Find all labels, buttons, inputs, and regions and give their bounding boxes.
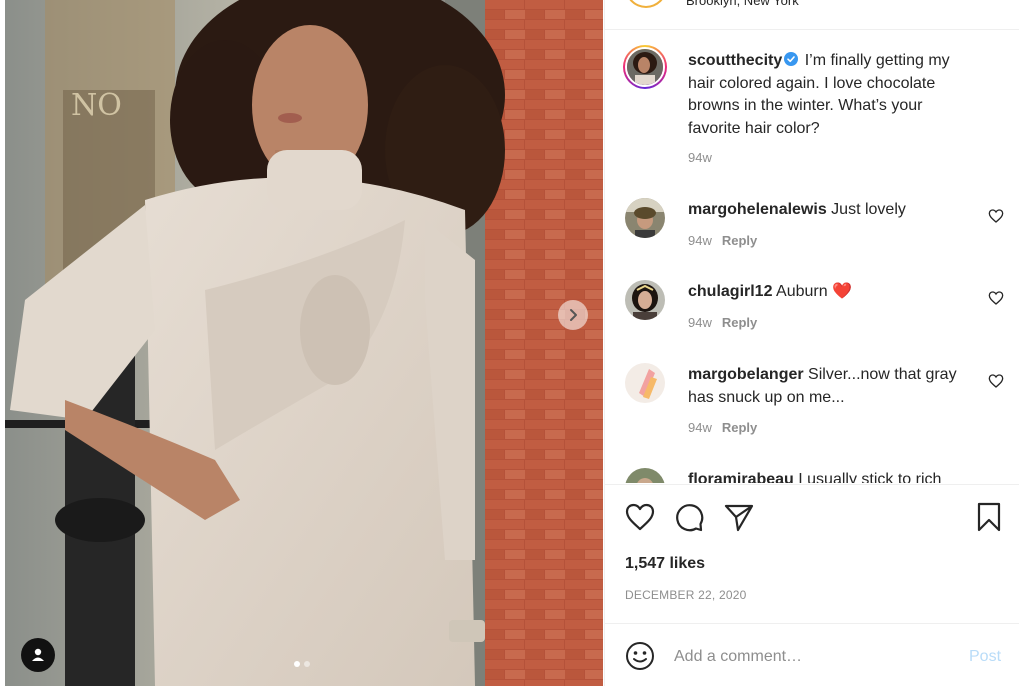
post-location[interactable]: Brooklyn, New York <box>686 0 799 8</box>
caption-avatar[interactable] <box>623 45 667 89</box>
reply-button[interactable]: Reply <box>722 233 757 248</box>
next-photo-button[interactable] <box>558 300 588 330</box>
reply-button[interactable]: Reply <box>722 420 757 435</box>
post-header: Brooklyn, New York <box>605 0 1019 30</box>
comment-text: margohelenalewis Just lovely <box>688 199 978 222</box>
heart-icon[interactable] <box>624 501 656 533</box>
comment-body: Auburn <box>776 283 828 300</box>
post-side-panel: Brooklyn, New York scoutthecity I’m fina… <box>604 0 1019 686</box>
comment-time[interactable]: 94w <box>688 315 712 330</box>
carousel-indicator <box>294 661 310 667</box>
comment-input[interactable] <box>674 642 944 672</box>
comment-username[interactable]: chulagirl12 <box>688 283 772 300</box>
likes-count[interactable]: 1,547 likes <box>625 555 705 573</box>
comment-avatar-image <box>625 363 665 403</box>
comment-text: margobelanger Silver...now that gray has… <box>688 364 978 409</box>
carousel-dot-active <box>294 661 300 667</box>
heart-emoji: ❤️ <box>832 283 853 300</box>
comment-time[interactable]: 94w <box>688 420 712 435</box>
carousel-dot <box>304 661 310 667</box>
instagram-post-view: NO Brooklyn, New York scoutthecity I’m f… <box>0 0 1023 686</box>
comment-meta: 94w Reply <box>688 315 757 330</box>
post-comment-button[interactable]: Post <box>969 648 1001 666</box>
comment-avatar-image <box>625 198 665 238</box>
caption-time[interactable]: 94w <box>688 150 712 165</box>
caption-avatar-image <box>627 49 663 85</box>
comment-body: Just lovely <box>831 201 906 218</box>
heart-icon[interactable] <box>988 373 1004 389</box>
comment-meta: 94w Reply <box>688 233 757 248</box>
comment-username[interactable]: margohelenalewis <box>688 201 827 218</box>
reply-button[interactable]: Reply <box>722 315 757 330</box>
comment-avatar[interactable] <box>625 468 665 483</box>
comment-body: I usually stick to rich <box>798 471 942 483</box>
comment-time[interactable]: 94w <box>688 233 712 248</box>
comment-username[interactable]: floramirabeau <box>688 471 794 483</box>
comment-avatar[interactable] <box>625 198 665 238</box>
tagged-users-button[interactable] <box>21 638 55 672</box>
comment-text: chulagirl12 Auburn ❤️ <box>688 281 978 304</box>
post-photo: NO <box>5 0 603 686</box>
user-tag-icon <box>32 648 44 661</box>
comment-username[interactable]: margobelanger <box>688 366 804 383</box>
post-date[interactable]: DECEMBER 22, 2020 <box>625 588 746 602</box>
verified-badge-icon <box>784 52 799 66</box>
caption-text: scoutthecity I’m finally getting my hair… <box>688 50 978 140</box>
comment-text: floramirabeau I usually stick to rich <box>688 469 978 483</box>
heart-icon[interactable] <box>988 208 1004 224</box>
svg-text:NO: NO <box>71 88 122 123</box>
comment-avatar-image <box>625 280 665 320</box>
comments-list[interactable]: scoutthecity I’m finally getting my hair… <box>605 31 1019 483</box>
heart-icon[interactable] <box>988 290 1004 306</box>
comment-icon[interactable] <box>673 501 705 533</box>
post-media[interactable]: NO <box>5 0 603 686</box>
comment-avatar[interactable] <box>625 280 665 320</box>
add-comment-bar: Post <box>605 623 1019 686</box>
caption-username[interactable]: scoutthecity <box>688 52 782 69</box>
paper-plane-icon[interactable] <box>723 501 755 533</box>
comment-avatar-image <box>625 468 665 483</box>
smiley-icon[interactable] <box>625 641 655 671</box>
comment-meta: 94w Reply <box>688 420 757 435</box>
bookmark-icon[interactable] <box>973 501 1005 533</box>
chevron-right-icon <box>570 309 577 321</box>
comment-avatar[interactable] <box>625 363 665 403</box>
header-avatar[interactable] <box>625 0 667 8</box>
caption-meta: 94w <box>688 150 712 165</box>
post-actions: 1,547 likes DECEMBER 22, 2020 <box>605 484 1019 622</box>
